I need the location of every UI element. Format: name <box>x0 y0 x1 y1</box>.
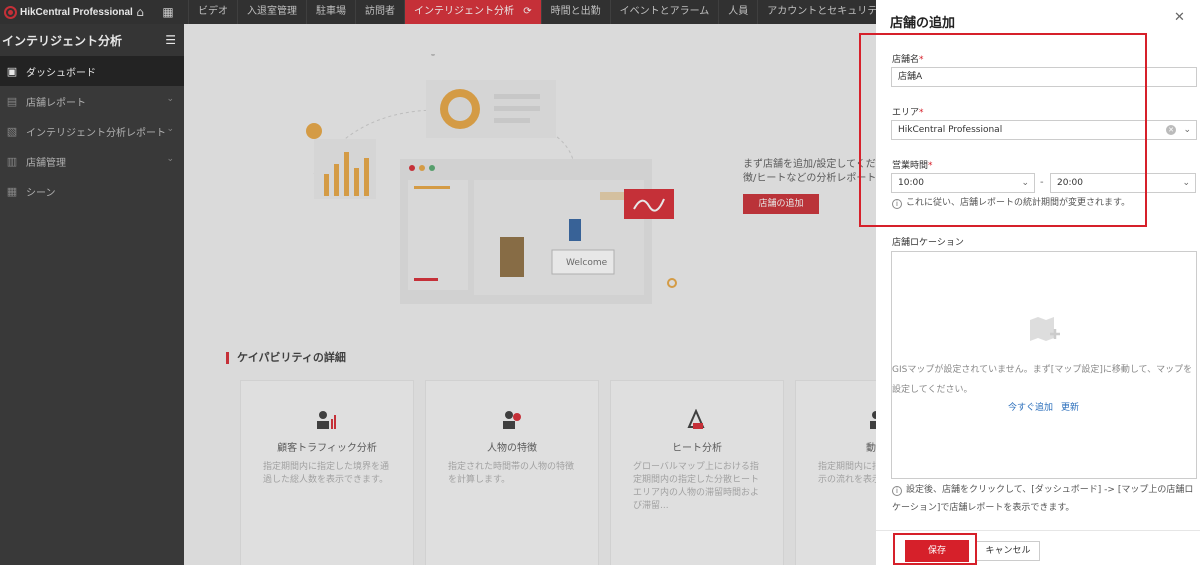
location-hint-text: 設定後、店舗をクリックして、[ダッシュボード] -> [マップ上の店舗ロケーショ… <box>892 485 1194 513</box>
highlight-box-form <box>859 33 1147 227</box>
clear-icon[interactable]: ✕ <box>1166 125 1176 135</box>
modal-overlay <box>0 0 876 565</box>
map-add-icon <box>1030 317 1060 341</box>
info-icon: i <box>892 486 902 496</box>
drawer-title: 店舗の追加 <box>890 16 956 31</box>
location-label: 店舗ロケーション <box>892 238 964 248</box>
refresh-link[interactable]: 更新 <box>1061 403 1079 413</box>
chevron-down-icon: ⌄ <box>1182 178 1190 188</box>
chevron-down-icon: ⌄ <box>1183 125 1191 135</box>
cancel-button[interactable]: キャンセル <box>976 541 1040 561</box>
drawer-footer-divider <box>876 530 1200 531</box>
map-links: 今すぐ追加 更新 <box>1008 400 1087 413</box>
highlight-box-save <box>893 533 977 565</box>
close-icon[interactable]: ✕ <box>1174 10 1185 25</box>
location-hint: i 設定後、店舗をクリックして、[ダッシュボード] -> [マップ上の店舗ロケーシ… <box>892 481 1198 517</box>
store-location-map: GISマップが設定されていません。まず[マップ設定]に移動して、マップを設定して… <box>891 251 1197 479</box>
map-not-configured-message: GISマップが設定されていません。まず[マップ設定]に移動して、マップを設定して… <box>892 365 1193 395</box>
add-now-link[interactable]: 今すぐ追加 <box>1008 403 1053 413</box>
